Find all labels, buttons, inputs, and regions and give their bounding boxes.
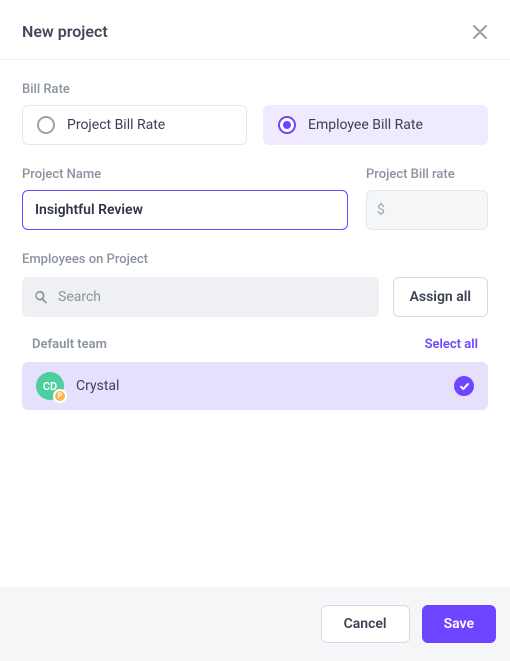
close-icon[interactable]	[472, 24, 488, 40]
employee-search-input[interactable]	[58, 289, 367, 305]
cancel-button[interactable]: Cancel	[321, 605, 410, 643]
bill-rate-employee-option[interactable]: Employee Bill Rate	[263, 105, 488, 145]
bill-rate-options: Project Bill Rate Employee Bill Rate	[22, 105, 488, 145]
project-bill-rate-field: Project Bill rate $	[366, 167, 488, 230]
assign-all-button[interactable]: Assign all	[393, 277, 488, 317]
project-bill-rate-input[interactable]: $	[366, 190, 488, 230]
name-rate-row: Project Name Project Bill rate $	[22, 167, 488, 230]
radio-circle-icon	[278, 116, 296, 134]
avatar-badge: P	[53, 389, 67, 403]
search-assign-row: Assign all	[22, 277, 488, 317]
dialog-header: New project	[0, 0, 510, 60]
bill-rate-label: Bill Rate	[22, 82, 488, 97]
radio-circle-icon	[37, 116, 55, 134]
avatar-wrap: CD P	[36, 372, 64, 400]
bill-rate-project-option[interactable]: Project Bill Rate	[22, 105, 247, 145]
employees-label: Employees on Project	[22, 252, 488, 267]
select-all-link[interactable]: Select all	[425, 337, 478, 352]
search-icon	[34, 290, 48, 304]
project-name-field: Project Name	[22, 167, 348, 230]
project-bill-rate-label: Project Bill rate	[366, 167, 488, 182]
save-button[interactable]: Save	[422, 605, 496, 643]
dialog-title: New project	[22, 22, 108, 41]
team-name: Default team	[32, 337, 107, 352]
project-name-label: Project Name	[22, 167, 348, 182]
team-header: Default team Select all	[22, 337, 488, 352]
bill-rate-project-label: Project Bill Rate	[67, 117, 165, 133]
member-name: Crystal	[76, 378, 442, 394]
project-name-input[interactable]	[22, 190, 348, 230]
dialog-footer: Cancel Save	[0, 587, 510, 661]
member-row[interactable]: CD P Crystal	[22, 362, 488, 410]
check-icon	[454, 376, 474, 396]
dialog-content: Bill Rate Project Bill Rate Employee Bil…	[0, 60, 510, 587]
bill-rate-employee-label: Employee Bill Rate	[308, 117, 423, 133]
employee-search-wrap[interactable]	[22, 277, 379, 317]
currency-symbol: $	[377, 202, 385, 218]
